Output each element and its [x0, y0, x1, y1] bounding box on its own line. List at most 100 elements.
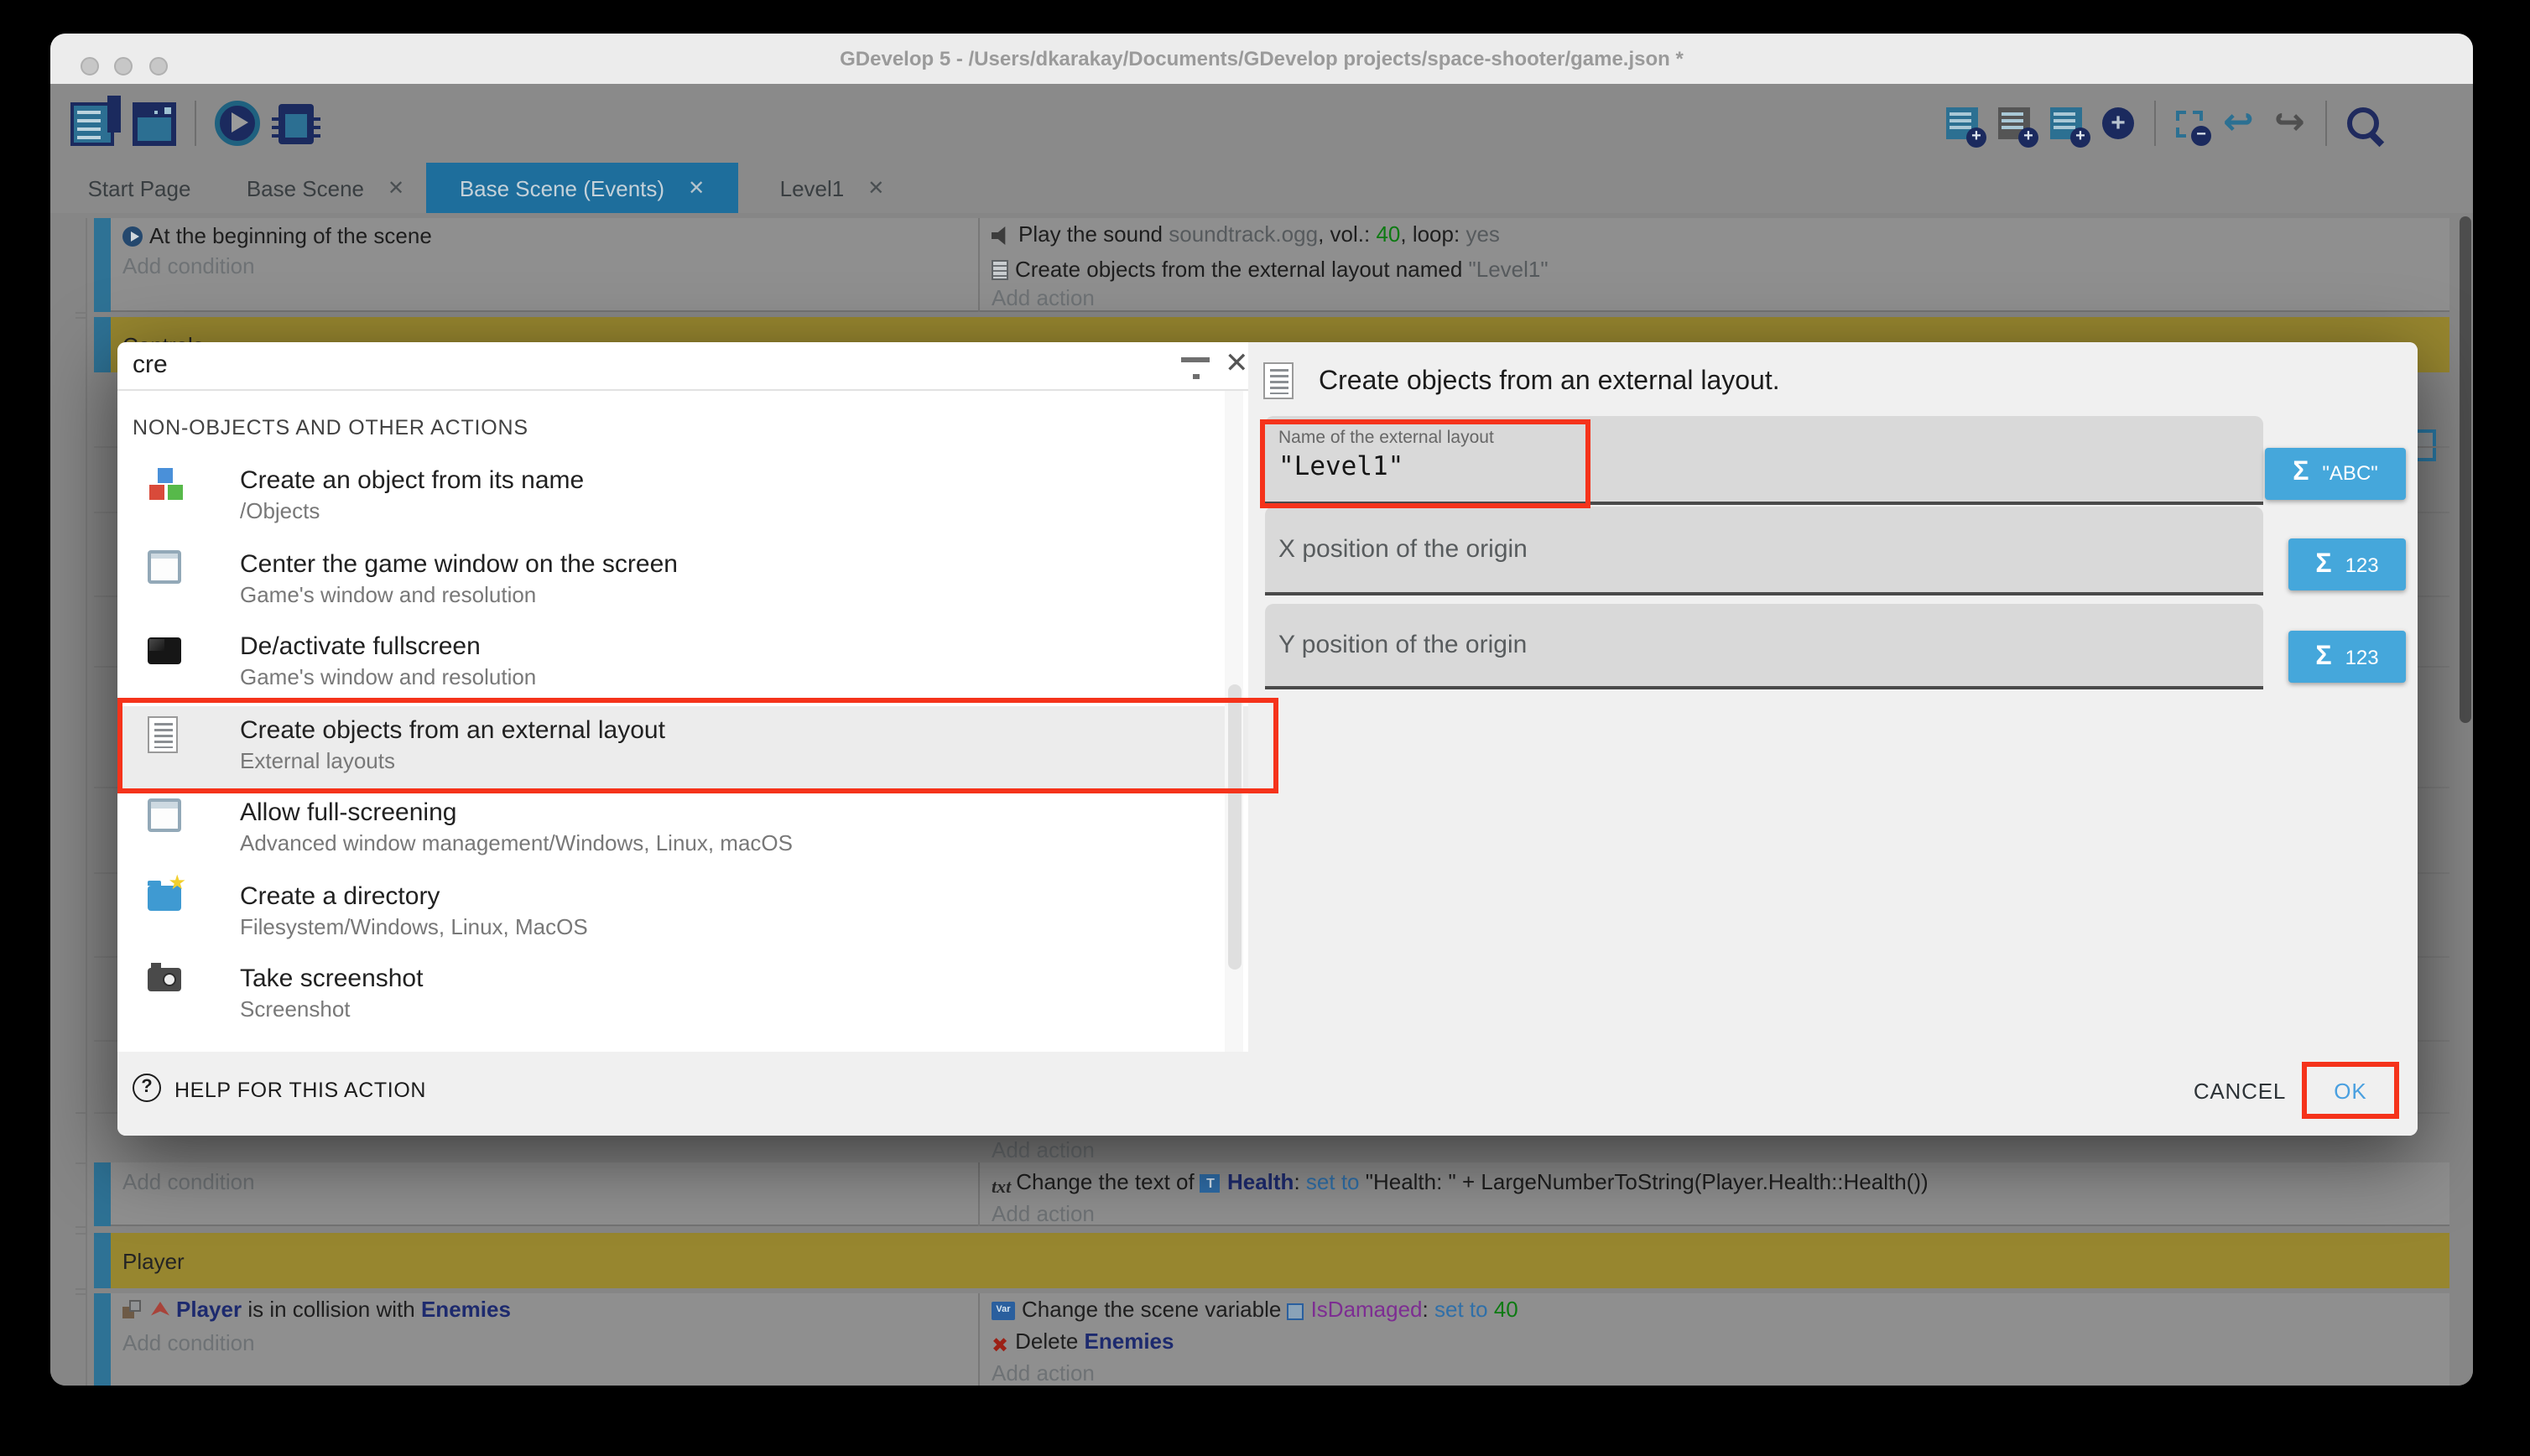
action-title: Create objects from an external layout. [1319, 367, 1780, 398]
toolbar-divider [195, 101, 196, 146]
toolbar-divider [2325, 101, 2327, 146]
list-item-allow-full-screening[interactable]: Allow full-screening Advanced window mana… [117, 788, 1248, 871]
expression-builder-123-button[interactable]: Σ 123 [2288, 538, 2406, 590]
speaker-icon [992, 226, 1012, 245]
list-item-create-a-directory[interactable]: Create a directoryFilesystem/Windows, Li… [117, 871, 1248, 954]
list-item-de-activate-fullscreen[interactable]: De/activate fullscreenGame's window and … [117, 622, 1248, 705]
redo-icon[interactable]: ↪ [2274, 105, 2305, 142]
field-placeholder: X position of the origin [1278, 507, 1528, 592]
field-label: Name of the external layout [1278, 428, 1494, 448]
tab-base-scene[interactable]: Base Scene ✕ [228, 163, 423, 213]
window-title: GDevelop 5 - /Users/dkarakay/Documents/G… [50, 34, 2473, 84]
y-position-field[interactable]: Y position of the origin [1265, 604, 2263, 689]
x-position-field[interactable]: X position of the origin [1265, 507, 2263, 595]
events-scrollbar[interactable] [2460, 216, 2471, 723]
play-preview-icon[interactable] [215, 101, 260, 146]
choose-action-dialog: cre ✕ NON-OBJECTS AND OTHER ACTIONS Crea… [117, 342, 2418, 1136]
ok-button[interactable]: OK [2302, 1062, 2399, 1119]
action-row-change-variable[interactable]: Change the scene variable IsDamaged: set… [992, 1297, 1518, 1322]
variable-field-icon [1288, 1303, 1304, 1320]
item-title: Take screenshot [240, 965, 423, 993]
help-icon[interactable]: ? [133, 1074, 161, 1102]
expression-builder-123-button[interactable]: Σ 123 [2288, 631, 2406, 683]
project-manager-icon[interactable] [70, 101, 114, 145]
text-object-icon [1200, 1174, 1221, 1193]
action-row-change-text[interactable]: txtChange the text of Health: set to "He… [992, 1169, 1929, 1198]
add-action-link[interactable]: Add action [992, 1137, 1095, 1162]
action-row-play-sound[interactable]: Play the sound soundtrack.ogg, vol.: 40,… [992, 221, 1500, 247]
tab-label: Base Scene [247, 175, 364, 200]
item-title: Create an object from its name [240, 466, 584, 495]
condition-row-collision[interactable]: Player is in collision with Enemies [122, 1297, 511, 1322]
collision-icon [122, 1300, 144, 1320]
search-events-icon[interactable] [2347, 107, 2379, 139]
delete-event-icon[interactable] [2176, 110, 2203, 137]
list-item-center-the-game-window-on-the-screen[interactable]: Center the game window on the screenGame… [117, 539, 1248, 622]
tab-start-page[interactable]: Start Page [50, 163, 228, 213]
item-title: Create a directory [240, 881, 440, 910]
ship-icon [151, 1302, 169, 1320]
add-condition-link[interactable]: Add condition [122, 1169, 255, 1194]
item-title: Allow full-screening [240, 798, 456, 827]
sigma-icon: Σ [2315, 549, 2331, 580]
layout-doc-chip [992, 259, 1008, 279]
group-header-player[interactable]: Player [94, 1233, 2449, 1288]
sigma-icon: Σ [2293, 459, 2309, 489]
item-subtitle: Advanced window management/Windows, Linu… [240, 830, 793, 855]
add-event-icon[interactable] [1946, 107, 1978, 139]
action-row-create-objects[interactable]: Create objects from the external layout … [992, 256, 1549, 281]
open-scene-editor-icon[interactable] [133, 101, 176, 145]
add-action-link[interactable]: Add action [992, 285, 1095, 310]
screen: GDevelop 5 - /Users/dkarakay/Documents/G… [0, 0, 2530, 1456]
item-subtitle: External layouts [240, 747, 395, 772]
help-link[interactable]: HELP FOR THIS ACTION [174, 1079, 426, 1102]
delete-icon [992, 1335, 1008, 1355]
close-icon[interactable]: ✕ [1225, 347, 1249, 381]
fullscreen-icon [148, 637, 181, 664]
item-title: De/activate fullscreen [240, 632, 481, 661]
undo-icon[interactable]: ↩ [2223, 105, 2254, 142]
list-scrollbar[interactable] [1225, 391, 1243, 1052]
event-drag-handle[interactable] [94, 218, 111, 312]
add-condition-link[interactable]: Add condition [122, 253, 255, 278]
add-condition-link[interactable]: Add condition [122, 1330, 255, 1355]
toolbar-divider [2154, 101, 2156, 146]
tab-bar: Start PageBase Scene✕Base Scene (Events)… [50, 163, 2473, 213]
search-input[interactable]: cre [133, 351, 168, 379]
event-drag-handle[interactable] [94, 1233, 111, 1288]
field-placeholder: Y position of the origin [1278, 604, 1527, 686]
titlebar: GDevelop 5 - /Users/dkarakay/Documents/G… [50, 34, 2473, 84]
folder-icon [148, 885, 181, 910]
debug-icon[interactable] [279, 103, 314, 143]
add-action-link[interactable]: Add action [992, 1201, 1095, 1226]
condition-row[interactable]: At the beginning of the scene [122, 223, 432, 248]
event-drag-handle[interactable] [94, 317, 111, 372]
tab-close-icon[interactable]: ✕ [388, 176, 404, 200]
add-action-link[interactable]: Add action [992, 1360, 1095, 1386]
action-row-delete[interactable]: Delete Enemies [992, 1329, 1174, 1355]
list-item-take-screenshot[interactable]: Take screenshotScreenshot [117, 954, 1248, 1037]
filter-icon[interactable] [1181, 357, 1210, 379]
event-drag-handle[interactable] [94, 1162, 111, 1226]
add-comment-icon[interactable] [2050, 107, 2082, 139]
tab-base-scene-events-[interactable]: Base Scene (Events)✕ [426, 163, 738, 213]
add-new-event-icon[interactable] [2102, 107, 2134, 139]
name-of-external-layout-field[interactable]: Name of the external layout "Level1" [1265, 416, 2263, 505]
field-value[interactable]: "Level1" [1278, 451, 1403, 481]
event-drag-handle[interactable] [94, 1293, 111, 1386]
item-title: Create objects from an external layout [240, 715, 665, 744]
sigma-icon: Σ [2315, 642, 2331, 672]
expression-builder-abc-button[interactable]: Σ "ABC" [2265, 447, 2406, 500]
add-subevent-icon[interactable] [1998, 107, 2030, 139]
list-item-create-objects-from-an-external-layout[interactable]: Create objects from an external layout Ex… [117, 705, 1248, 788]
window-icon [148, 549, 181, 583]
layout-doc-icon [148, 715, 178, 752]
external-layout-icon [1263, 362, 1294, 399]
event-gutter [86, 218, 87, 1386]
tab-level1[interactable]: Level1 ✕ [738, 163, 926, 213]
tab-label: Level1 [780, 175, 845, 200]
tab-close-icon[interactable]: ✕ [688, 176, 705, 200]
cancel-button[interactable]: CANCEL [2181, 1079, 2298, 1104]
tab-close-icon[interactable]: ✕ [867, 176, 884, 200]
list-item-create-an-object-from-its-name[interactable]: Create an object from its name/Objects [117, 456, 1248, 539]
